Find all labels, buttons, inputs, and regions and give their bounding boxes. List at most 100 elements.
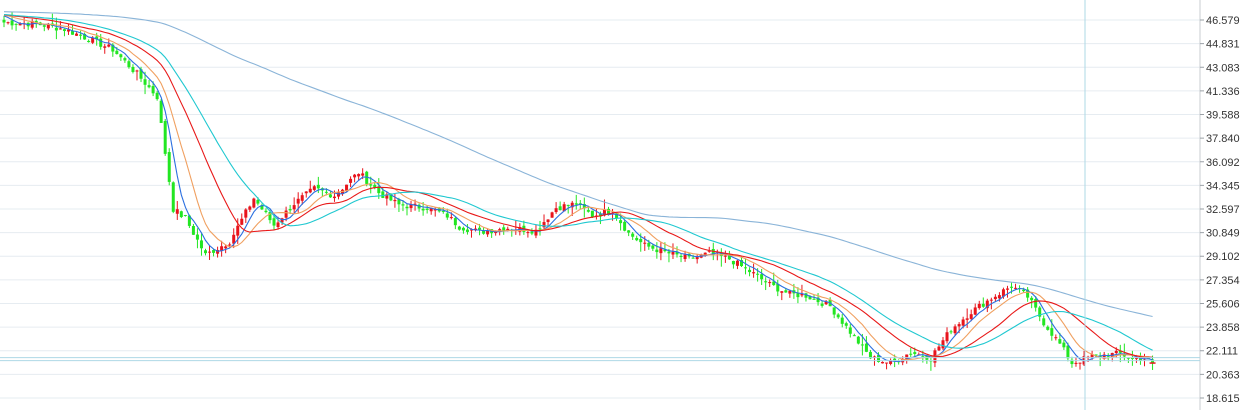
candle-up [780, 291, 784, 293]
candle-down [856, 336, 860, 344]
candle-up [957, 324, 961, 327]
candle-down [171, 182, 175, 212]
candle-down [566, 204, 570, 206]
candle-down [631, 233, 635, 237]
candle-up [735, 260, 739, 266]
candle-down [381, 191, 385, 198]
candle-down [478, 227, 482, 230]
candle-up [300, 195, 304, 201]
candle-up [486, 230, 490, 235]
candle-down [316, 184, 320, 189]
candle-down [115, 50, 119, 55]
candle-down [760, 274, 764, 280]
candle-down [87, 40, 91, 43]
candle-up [357, 174, 361, 177]
candle-down [756, 273, 760, 275]
candle-up [554, 208, 558, 213]
y-tick-label: 39.588 [1206, 110, 1240, 122]
candle-up [58, 28, 62, 30]
candle-down [538, 228, 542, 230]
candle-up [208, 251, 212, 253]
candle-down [844, 323, 848, 326]
y-tick-label: 27.354 [1206, 275, 1240, 287]
candle-down [324, 191, 328, 193]
candle-down [204, 250, 207, 254]
candle-down [127, 61, 131, 68]
candle-down [1058, 339, 1062, 344]
candle-down [453, 218, 457, 226]
candle-up [248, 206, 252, 210]
candle-down [647, 242, 651, 247]
candle-down [71, 31, 75, 35]
candle-up [135, 70, 139, 72]
y-tick-label: 32.597 [1206, 204, 1240, 216]
candle-down [445, 213, 449, 218]
candle-up [175, 209, 179, 214]
candle-down [852, 335, 856, 337]
candle-down [913, 352, 917, 354]
candle-up [941, 340, 945, 349]
candle-down [421, 208, 425, 211]
candle-down [401, 204, 405, 206]
candle-down [131, 66, 135, 72]
candle-down [369, 184, 373, 186]
candle-up [252, 198, 256, 208]
candle-down [909, 353, 913, 355]
y-tick-label: 41.336 [1206, 86, 1240, 98]
y-tick-label: 36.092 [1206, 157, 1240, 169]
candle-down [796, 293, 800, 298]
candle-up [304, 191, 308, 194]
candle-up [977, 303, 981, 309]
candle-down [191, 226, 195, 235]
candle-up [1014, 287, 1018, 289]
candle-down [1030, 297, 1034, 301]
y-tick-label: 22.111 [1206, 346, 1238, 358]
candle-down [155, 92, 159, 100]
candle-down [1034, 299, 1038, 308]
y-tick-label: 44.831 [1206, 39, 1240, 51]
candle-up [671, 251, 675, 255]
candle-up [659, 248, 663, 254]
candle-up [945, 332, 949, 342]
candle-down [167, 152, 171, 182]
candle-down [1022, 289, 1026, 292]
candle-up [224, 246, 228, 249]
candle-down [1130, 358, 1134, 360]
candle-up [353, 174, 357, 178]
stock-chart[interactable]: 46.579 44.831 43.083 41.336 39.588 37.840 36.0… [0, 0, 1243, 410]
candle-down [836, 314, 840, 318]
candle-down [848, 327, 852, 334]
candle-up [240, 218, 244, 225]
candle-down [465, 229, 469, 232]
candle-down [731, 260, 735, 265]
candle-up [332, 196, 336, 199]
candle-up [1114, 350, 1118, 354]
candle-down [784, 290, 788, 293]
candle-down [530, 231, 534, 234]
candle-down [748, 269, 752, 273]
candle-down [691, 257, 695, 259]
candle-down [151, 86, 155, 94]
candle-up [683, 254, 687, 259]
candle-down [195, 234, 199, 240]
y-tick-label: 29.102 [1206, 251, 1240, 263]
candle-up [276, 222, 280, 228]
candle-down [655, 249, 659, 253]
candle-down [651, 245, 655, 249]
candle-down [764, 281, 768, 283]
candle-down [328, 194, 332, 198]
y-tick-label: 34.345 [1206, 180, 1240, 192]
candle-up [308, 188, 312, 193]
candle-up [1074, 362, 1078, 364]
candle-down [812, 298, 816, 300]
candle-up [103, 46, 107, 48]
candle-down [272, 218, 276, 226]
y-tick-label: 20.363 [1206, 369, 1240, 381]
y-axis: 46.579 44.831 43.083 41.336 39.588 37.840 36.0… [1199, 0, 1240, 410]
candle-down [119, 54, 123, 58]
candlestick-chart-svg[interactable]: 46.579 44.831 43.083 41.336 39.588 37.840 36.0… [0, 0, 1243, 410]
candle-down [744, 267, 748, 269]
candle-down [212, 250, 216, 253]
candle-up [236, 225, 240, 236]
candle-down [981, 303, 985, 307]
